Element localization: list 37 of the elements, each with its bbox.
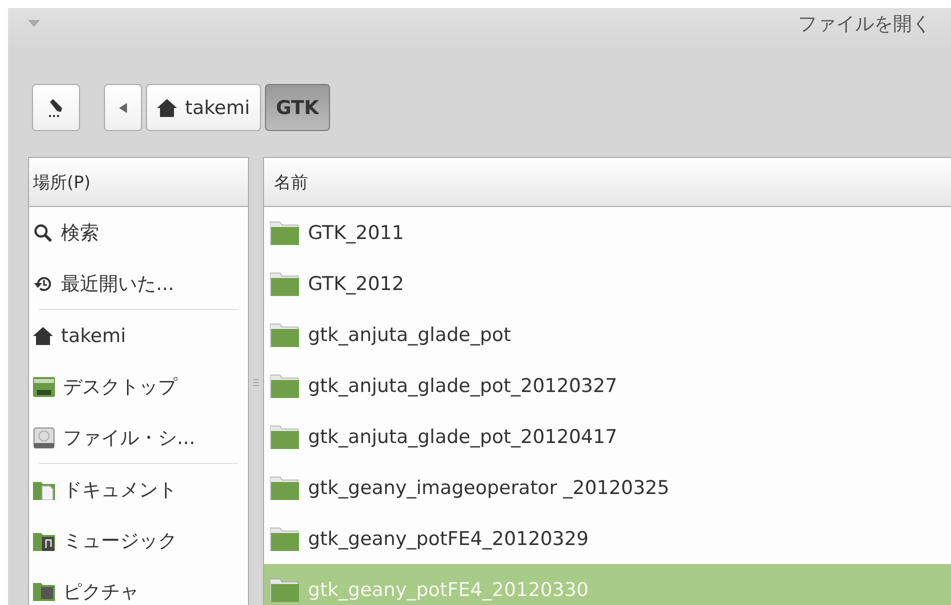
places-item[interactable]: ミュージック	[29, 515, 248, 566]
left-arrow-icon	[119, 102, 127, 112]
home-icon	[33, 326, 53, 344]
path-button[interactable]: GTK	[264, 84, 330, 131]
path-button[interactable]: takemi	[146, 84, 261, 131]
places-item[interactable]: デスクトップ	[29, 361, 248, 412]
file-row[interactable]: gtk_anjuta_glade_pot	[264, 309, 951, 360]
home-icon	[157, 98, 177, 116]
desktop-icon	[33, 376, 55, 396]
file-row[interactable]: gtk_geany_imageoperator _20120325	[264, 462, 951, 513]
folder-icon	[270, 220, 300, 244]
places-item[interactable]: ドキュメント	[29, 464, 248, 515]
places-item[interactable]: takemi	[29, 310, 248, 361]
pictures-folder-icon	[33, 582, 55, 600]
file-row[interactable]: gtk_geany_potFE4_20120329	[264, 513, 951, 564]
search-icon	[33, 222, 53, 242]
scroll-left-button[interactable]	[104, 84, 142, 131]
folder-icon	[270, 526, 300, 550]
places-item[interactable]: 検索	[29, 207, 248, 258]
file-row[interactable]: gtk_anjuta_glade_pot_20120327	[264, 360, 951, 411]
places-item[interactable]: 最近開いた...	[29, 258, 248, 309]
file-row[interactable]: gtk_anjuta_glade_pot_20120417	[264, 411, 951, 462]
music-folder-icon	[33, 530, 55, 550]
places-item[interactable]: ファイル・シ...	[29, 412, 248, 463]
folder-icon	[270, 476, 300, 500]
file-row[interactable]: GTK_2012	[264, 258, 951, 309]
edit-location-button[interactable]	[32, 84, 80, 131]
places-item[interactable]: ピクチャ	[29, 566, 248, 605]
folder-icon	[270, 424, 300, 448]
hard-drive-icon	[33, 426, 55, 448]
folder-icon	[270, 374, 300, 398]
folder-icon	[270, 322, 300, 346]
documents-folder-icon	[33, 480, 55, 500]
folder-icon	[270, 272, 300, 296]
file-row[interactable]: GTK_2011	[264, 207, 951, 258]
folder-icon	[270, 578, 300, 602]
window-title: ファイルを開く	[798, 12, 931, 37]
